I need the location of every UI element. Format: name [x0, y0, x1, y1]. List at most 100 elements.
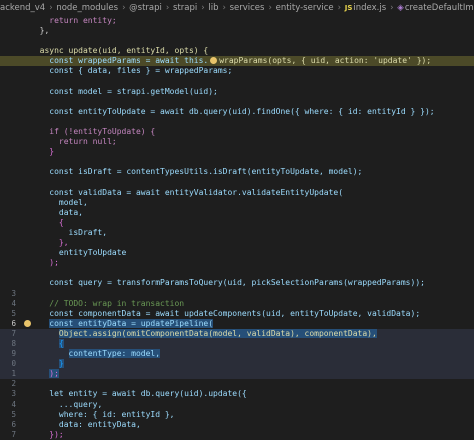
breadcrumb: ackend_v4 › node_modules › @strapi › strapi…	[0, 0, 474, 16]
line-number: 7	[11, 328, 16, 338]
code-line[interactable]: },	[0, 238, 474, 248]
code-text: },	[39, 26, 50, 36]
method-icon: ◈	[397, 3, 404, 13]
code-line[interactable]: 6 data: entityData,	[0, 420, 474, 430]
line-number: 3	[11, 288, 16, 298]
line-number: 4	[11, 298, 16, 308]
code-line[interactable]: async update(uid, entityId, opts) {	[0, 46, 474, 56]
code-text: let entity = await db.query(uid).update(…	[49, 389, 247, 399]
code-line-selected[interactable]: 7 Object.assign(omitComponentData(model,…	[0, 328, 474, 339]
code-line-selected[interactable]: 0 }	[0, 359, 474, 370]
chevron-right-icon: ›	[49, 3, 53, 13]
code-line[interactable]: }	[0, 147, 474, 157]
code-line[interactable]: const model = strapi.getModel(uid);	[0, 87, 474, 97]
code-text: const entityData = updatePipeline(	[49, 318, 214, 328]
code-text: return null;	[58, 137, 117, 147]
breadcrumb-item[interactable]: node_modules	[56, 3, 118, 13]
code-comment: // TODO: wrap in transaction	[49, 298, 185, 308]
code-line[interactable]: model,	[0, 198, 474, 208]
breadcrumb-file[interactable]: index.js	[353, 3, 386, 13]
code-line[interactable]: const entityToUpdate = await db.query(ui…	[0, 107, 474, 117]
code-line[interactable]: const isDraft = contentTypesUtils.isDraf…	[0, 167, 474, 177]
code-line[interactable]: isDraft,	[0, 228, 474, 238]
code-line-highlighted[interactable]: const wrappedParams = await this. wrapPar…	[0, 56, 474, 67]
code-line-selected[interactable]: 8 {	[0, 339, 474, 350]
line-number: 6	[11, 318, 16, 328]
lightbulb-icon[interactable]	[210, 57, 218, 65]
code-line[interactable]: if (!entityToUpdate) {	[0, 127, 474, 137]
code-text: {	[58, 217, 64, 227]
breadcrumb-item[interactable]: services	[230, 3, 265, 13]
chevron-right-icon: ›	[337, 3, 342, 13]
code-line[interactable]: data,	[0, 208, 474, 218]
code-text: return entity;	[49, 16, 117, 25]
breadcrumb-item[interactable]: ackend_v4	[0, 3, 45, 13]
code-line[interactable]: );	[0, 258, 474, 268]
breadcrumb-item[interactable]: strapi	[173, 3, 197, 13]
line-number: 4	[11, 399, 16, 409]
breadcrumb-item[interactable]: @strapi	[129, 3, 162, 13]
breadcrumb-function[interactable]: createDefaultImplementation	[405, 3, 474, 13]
code-line[interactable]	[0, 77, 474, 87]
chevron-right-icon: ›	[268, 3, 272, 13]
code-line[interactable]	[0, 117, 474, 127]
code-text: if (!entityToUpdate) {	[49, 127, 156, 137]
code-line[interactable]	[0, 268, 474, 278]
code-text: const wrappedParams = await this.	[49, 56, 209, 66]
line-number: 3	[11, 389, 16, 399]
code-text: const { data, files } = wrappedParams;	[49, 66, 233, 76]
line-number: 6	[11, 419, 16, 429]
code-text: });	[49, 429, 64, 439]
code-text: const isDraft = contentTypesUtils.isDraf…	[49, 167, 363, 177]
code-text: {	[58, 339, 64, 348]
code-text: where: { id: entityId },	[58, 409, 175, 419]
chevron-right-icon: ›	[222, 3, 226, 13]
breadcrumb-item[interactable]: lib	[208, 3, 218, 13]
code-line-selected[interactable]: 1 );	[0, 369, 474, 380]
line-number: 2	[11, 379, 16, 389]
code-line[interactable]: 5 const componentData = await updateComp…	[0, 309, 474, 319]
line-number: 0	[11, 359, 16, 369]
chevron-right-icon: ›	[122, 3, 126, 13]
line-number: 5	[11, 308, 16, 318]
code-line[interactable]: 2	[0, 379, 474, 389]
code-line[interactable]: },	[0, 26, 474, 36]
code-line[interactable]: 3	[0, 289, 474, 299]
code-line-active[interactable]: 6 const entityData = updatePipeline(	[0, 318, 474, 329]
code-text: const componentData = await updateCompon…	[49, 308, 421, 318]
code-line[interactable]: 4 // TODO: wrap in transaction	[0, 299, 474, 309]
line-number: 9	[11, 349, 16, 359]
code-text: data,	[58, 207, 83, 217]
code-line[interactable]: return null;	[0, 137, 474, 147]
code-text: entityToUpdate	[58, 248, 127, 258]
js-file-icon: JS	[344, 4, 353, 12]
code-line[interactable]: const validData = await entityValidator.…	[0, 188, 474, 198]
code-text: Object.assign(omitComponentData(model, v…	[58, 328, 377, 338]
code-line[interactable]: 7 });	[0, 430, 474, 440]
code-line[interactable]: const query = transformParamsToQuery(uid…	[0, 278, 474, 288]
code-line[interactable]: entityToUpdate	[0, 248, 474, 258]
code-line[interactable]: return entity;	[0, 16, 474, 26]
code-line[interactable]: 4 ...query,	[0, 400, 474, 410]
code-editor[interactable]: return entity; }, async update(uid, enti…	[0, 16, 474, 439]
code-line-selected[interactable]: 9 contentType: model,	[0, 349, 474, 360]
breadcrumb-item[interactable]: entity-service	[276, 3, 334, 13]
code-text: );	[49, 369, 59, 379]
code-line[interactable]	[0, 157, 474, 167]
code-text: }	[58, 359, 64, 369]
code-text: model,	[58, 197, 88, 207]
line-number: 5	[11, 409, 16, 419]
code-line[interactable]	[0, 36, 474, 46]
code-line[interactable]	[0, 97, 474, 107]
code-text: async update(uid, entityId, opts) {	[39, 46, 209, 56]
code-line[interactable]: 5 where: { id: entityId },	[0, 410, 474, 420]
code-text: wrapParams(opts, { uid, action: 'update'…	[219, 56, 432, 66]
code-line[interactable]: 3 let entity = await db.query(uid).updat…	[0, 389, 474, 399]
code-line[interactable]: {	[0, 218, 474, 228]
code-text: const query = transformParamsToQuery(uid…	[49, 278, 425, 288]
code-text: const validData = await entityValidator.…	[49, 187, 344, 197]
code-text: isDraft,	[68, 227, 108, 237]
code-line[interactable]	[0, 178, 474, 188]
code-text: const model = strapi.getModel(uid);	[49, 86, 218, 96]
code-line[interactable]: const { data, files } = wrappedParams;	[0, 66, 474, 76]
